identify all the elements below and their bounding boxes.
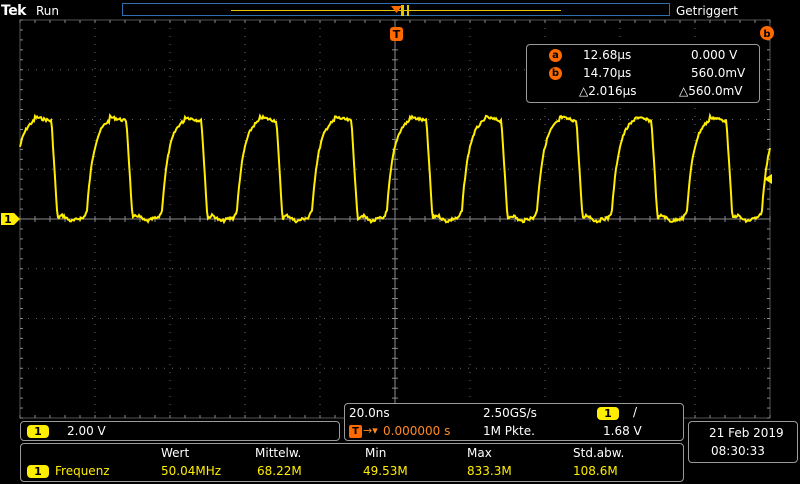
time-per-division: 20.0ns (349, 406, 390, 420)
measure-header-min: Min (365, 446, 387, 460)
time-label: 08:30:33 (711, 444, 765, 458)
sample-rate: 2.50GS/s (483, 406, 537, 420)
measure-name: Frequenz (55, 464, 110, 478)
datetime-panel: 21 Feb 2019 08:30:33 (688, 421, 798, 463)
trigger-source-badge: 1 (597, 407, 619, 420)
timebase-trigger-panel[interactable]: 20.0ns 2.50GS/s 1 / T →▾ 0.000000 s 1M P… (344, 403, 684, 441)
svg-text:1: 1 (4, 213, 12, 226)
channel-1-badge: 1 (27, 425, 49, 438)
cursor-b-time: 14.70µs (583, 66, 632, 80)
cursor-a-value: 0.000 V (691, 48, 738, 62)
measure-min: 49.53M (363, 464, 408, 478)
channel-1-ground-marker[interactable]: 1 (1, 213, 20, 226)
measure-max: 833.3M (467, 464, 512, 478)
trigger-slope-icon: / (633, 405, 638, 419)
cursor-b-value: 560.0mV (691, 66, 746, 80)
trigger-position: 0.000000 s (383, 424, 451, 438)
date-label: 21 Feb 2019 (709, 426, 784, 440)
cursor-delta-value: △560.0mV (679, 84, 743, 98)
trigger-level: 1.68 V (603, 424, 642, 438)
measure-header-max: Max (467, 446, 492, 460)
measure-header-stddev: Std.abw. (573, 446, 625, 460)
cursor-readout-panel: a 12.68µs 0.000 V b 14.70µs 560.0mV △2.0… (526, 44, 760, 103)
measure-value: 50.04MHz (161, 464, 222, 478)
measure-header-mean: Mittelw. (255, 446, 302, 460)
svg-text:T: T (393, 28, 401, 41)
measure-mean: 68.22M (257, 464, 302, 478)
channel-1-scale-panel[interactable]: 1 2.00 V (20, 421, 340, 441)
svg-text:b: b (763, 29, 770, 40)
measure-header-value: Wert (161, 446, 190, 460)
cursor-a-badge: a (549, 49, 562, 62)
trigger-t-icon: T (349, 425, 362, 438)
record-length: 1M Pkte. (483, 424, 535, 438)
cursor-delta-time: △2.016µs (579, 84, 637, 98)
measure-stddev: 108.6M (573, 464, 618, 478)
channel-1-scale: 2.00 V (67, 424, 106, 438)
measure-channel-badge: 1 (27, 465, 49, 478)
cursor-b-badge: b (549, 67, 562, 80)
trigger-arrow-icon: →▾ (363, 424, 378, 437)
cursor-a-time: 12.68µs (583, 48, 632, 62)
cursor-b-marker[interactable]: b (760, 26, 774, 40)
measurement-panel[interactable]: Wert Mittelw. Min Max Std.abw. 1 Frequen… (20, 443, 684, 482)
